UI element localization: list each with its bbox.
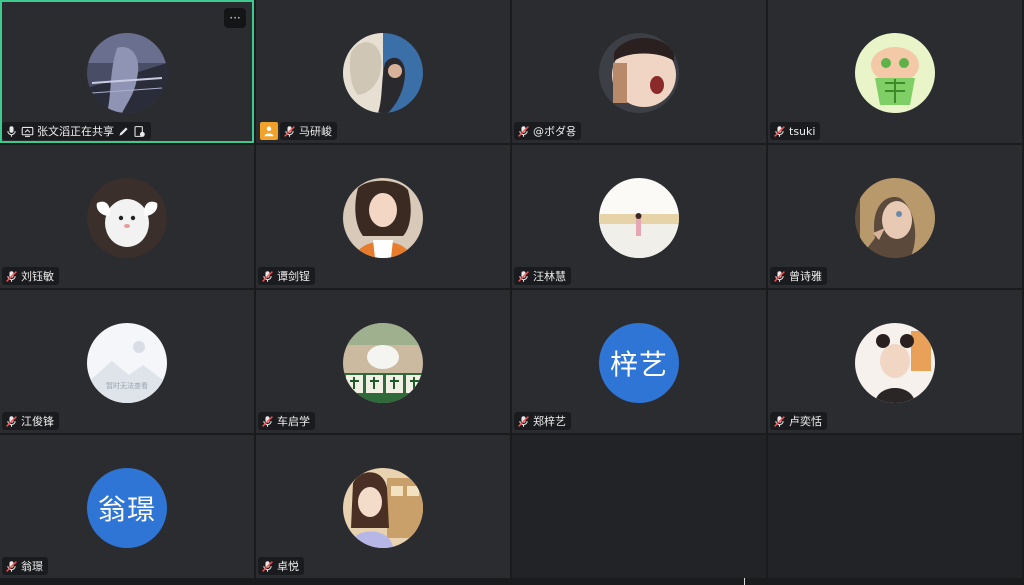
participant-avatar	[343, 468, 423, 548]
participant-avatar	[855, 178, 935, 258]
participant-avatar	[599, 178, 679, 258]
participant-name: @ボダ용	[533, 125, 577, 138]
participant-avatar	[343, 323, 423, 403]
participant-tile-10[interactable]: 车启学	[256, 290, 510, 433]
muted-mic-icon[interactable]	[5, 560, 18, 573]
muted-mic-icon[interactable]	[261, 560, 274, 573]
more-options-button[interactable]: ···	[224, 8, 246, 28]
muted-mic-icon[interactable]	[517, 125, 530, 138]
video-grid: ··· 张文滔正在共享 马研峻 @ボダ용 tsuki 刘钰敏 谭剑锃 汪林慧 曾…	[0, 0, 1024, 585]
empty-grid-cell	[768, 435, 1022, 578]
participant-tile-8[interactable]: 曾诗雅	[768, 145, 1022, 288]
participant-namebar: 马研峻	[280, 122, 337, 140]
participant-tile-9[interactable]: 暂时无法查看 江俊锋	[0, 290, 254, 433]
participant-tile-2[interactable]: 马研峻	[256, 0, 510, 143]
more-options-icon: ···	[229, 11, 241, 25]
participant-namebar: 汪林慧	[514, 267, 571, 285]
muted-mic-icon[interactable]	[261, 415, 274, 428]
participant-namebar: 张文滔正在共享	[2, 122, 151, 140]
participant-namebar: @ボダ용	[514, 122, 582, 140]
participant-tile-13[interactable]: 翁璟 翁璟	[0, 435, 254, 578]
participant-avatar	[87, 33, 167, 113]
participant-avatar	[343, 178, 423, 258]
participant-avatar	[87, 178, 167, 258]
participant-name: 卢奕恬	[789, 415, 822, 428]
participant-avatar	[855, 323, 935, 403]
participant-name: tsuki	[789, 124, 816, 138]
participant-avatar	[855, 33, 935, 113]
mouse-cursor	[744, 578, 745, 585]
participant-namebar: 郑梓艺	[514, 412, 571, 430]
participant-name: 车启学	[277, 415, 310, 428]
host-badge-icon	[260, 122, 278, 140]
participant-text-avatar: 翁璟	[87, 468, 167, 548]
participant-name: 汪林慧	[533, 270, 566, 283]
participant-namebar: 刘钰敏	[2, 267, 59, 285]
muted-mic-icon[interactable]	[5, 415, 18, 428]
muted-mic-icon[interactable]	[517, 415, 530, 428]
participant-name: 江俊锋	[21, 415, 54, 428]
microphone-icon[interactable]	[5, 125, 18, 138]
participant-tile-12[interactable]: 卢奕恬	[768, 290, 1022, 433]
muted-mic-icon[interactable]	[261, 270, 274, 283]
participant-namebar: tsuki	[770, 122, 821, 140]
muted-mic-icon[interactable]	[773, 125, 786, 138]
muted-mic-icon[interactable]	[773, 270, 786, 283]
muted-mic-icon[interactable]	[5, 270, 18, 283]
annotate-icon[interactable]	[117, 125, 130, 138]
participant-name: 曾诗雅	[789, 270, 822, 283]
screen-share-icon	[21, 125, 34, 138]
participant-namebar: 卢奕恬	[770, 412, 827, 430]
participant-namebar: 江俊锋	[2, 412, 59, 430]
avatar-placeholder-text: 暂时无法查看	[106, 382, 148, 390]
muted-mic-icon[interactable]	[283, 125, 296, 138]
participant-avatar	[343, 33, 423, 113]
participant-namebar: 车启学	[258, 412, 315, 430]
participant-tile-5[interactable]: 刘钰敏	[0, 145, 254, 288]
participant-namebar: 曾诗雅	[770, 267, 827, 285]
participant-namebar: 谭剑锃	[258, 267, 315, 285]
participant-name: 翁璟	[21, 560, 43, 573]
participant-name: 马研峻	[299, 125, 332, 138]
participant-name: 谭剑锃	[277, 270, 310, 283]
participant-name: 张文滔正在共享	[37, 125, 114, 138]
muted-mic-icon[interactable]	[517, 270, 530, 283]
participant-namebar: 翁璟	[2, 557, 48, 575]
participant-tile-4[interactable]: tsuki	[768, 0, 1022, 143]
participant-tile-6[interactable]: 谭剑锃	[256, 145, 510, 288]
participant-name: 卓悦	[277, 560, 299, 573]
participant-tile-14[interactable]: 卓悦	[256, 435, 510, 578]
muted-mic-icon[interactable]	[773, 415, 786, 428]
participant-tile-3[interactable]: @ボダ용	[512, 0, 766, 143]
record-icon	[133, 125, 146, 138]
participant-avatar-placeholder: 暂时无法查看	[87, 323, 167, 403]
participant-tile-7[interactable]: 汪林慧	[512, 145, 766, 288]
empty-grid-cell	[512, 435, 766, 578]
participant-text-avatar: 梓艺	[599, 323, 679, 403]
participant-name: 刘钰敏	[21, 270, 54, 283]
participant-tile-1[interactable]: ··· 张文滔正在共享	[0, 0, 254, 143]
participant-name: 郑梓艺	[533, 415, 566, 428]
participant-tile-11[interactable]: 梓艺 郑梓艺	[512, 290, 766, 433]
participant-namebar: 卓悦	[258, 557, 304, 575]
participant-avatar	[599, 33, 679, 113]
